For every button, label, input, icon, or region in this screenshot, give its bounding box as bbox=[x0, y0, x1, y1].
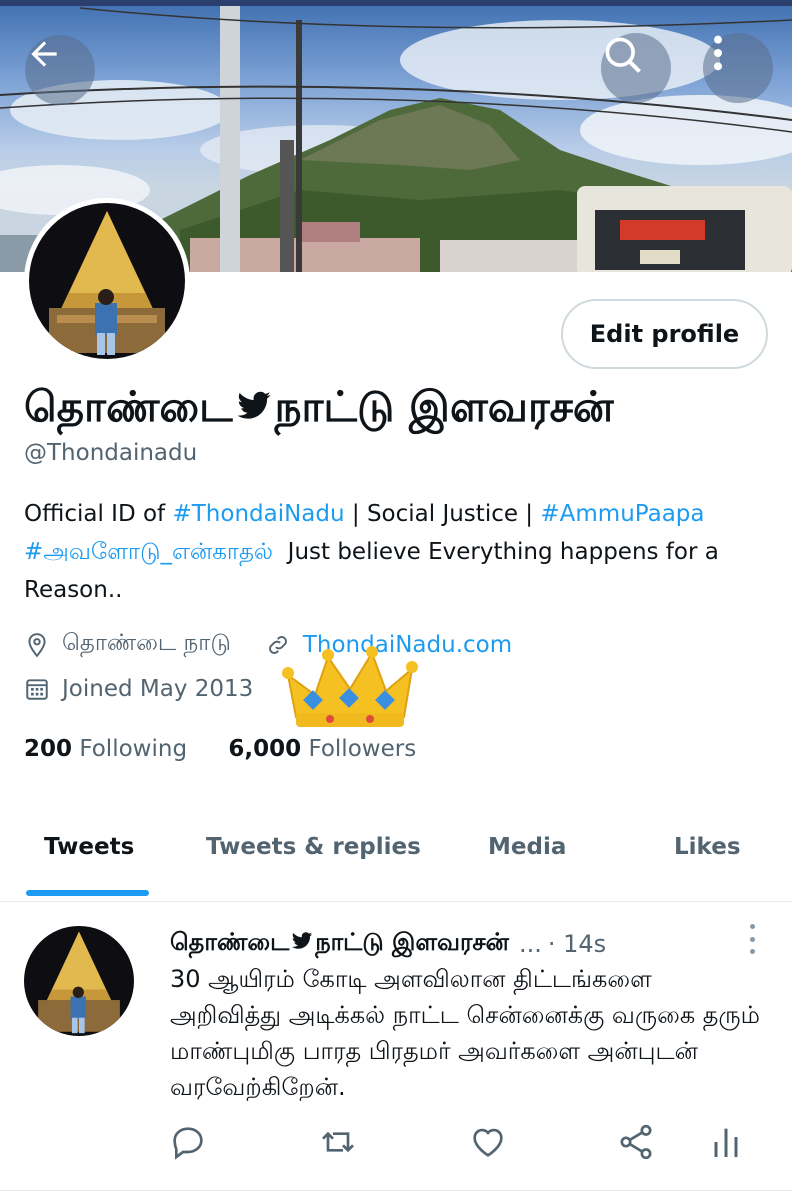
tweet-header: தொண்டை நாட்டு இளவரசன் ... · 14s bbox=[170, 928, 606, 959]
tweet-bottom-divider bbox=[0, 1190, 792, 1191]
location-pin-icon bbox=[28, 632, 46, 657]
arrow-left-icon bbox=[31, 41, 57, 67]
analytics-icon[interactable] bbox=[706, 1122, 746, 1162]
tweet-author-part2: நாட்டு இளவரசன் bbox=[315, 928, 509, 956]
profile-meta-row-2: Joined May 2013 bbox=[24, 676, 253, 702]
tweet-author-name[interactable]: தொண்டை நாட்டு இளவரசன் bbox=[170, 928, 509, 959]
followers-count: 6,000 bbox=[228, 736, 302, 762]
tabs-divider bbox=[0, 901, 792, 902]
edit-profile-button[interactable]: Edit profile bbox=[561, 299, 768, 369]
profile-location: தொண்டை நாடு bbox=[62, 630, 231, 656]
following-link[interactable]: 200 Following bbox=[24, 736, 187, 762]
retweet-icon[interactable] bbox=[318, 1122, 358, 1162]
tweet-avatar-image bbox=[24, 926, 134, 1036]
followers-link[interactable]: 6,000 Followers bbox=[228, 736, 416, 762]
followers-label: Followers bbox=[308, 736, 417, 762]
tweet-name-ellipsis: ... bbox=[518, 929, 542, 958]
avatar-image bbox=[29, 203, 185, 359]
status-strip bbox=[0, 0, 792, 6]
calendar-icon bbox=[26, 679, 48, 700]
tweet-avatar[interactable] bbox=[24, 926, 134, 1036]
hashtag-ammupaapa[interactable]: #AmmuPaapa bbox=[540, 501, 704, 527]
crown-icon bbox=[282, 646, 418, 727]
share-icon[interactable] bbox=[616, 1122, 656, 1162]
bird-icon bbox=[237, 391, 271, 419]
tweet-time[interactable]: · 14s bbox=[548, 930, 606, 958]
profile-meta-row-1: தொண்டை நாடு ThondaiNadu.com bbox=[24, 630, 512, 659]
bio-text-2: | Social Justice | bbox=[344, 501, 541, 527]
tweet-author-part1: தொண்டை bbox=[170, 928, 290, 956]
tweet-text: 30 ஆயிரம் கோடி அளவிலான திட்டங்களை அறிவித… bbox=[170, 965, 760, 1101]
bio-text-1: Official ID of bbox=[24, 501, 173, 527]
follow-stats: 200 Following 6,000 Followers bbox=[24, 736, 416, 762]
profile-name: தொண்டை நாட்டு இளவரசன் bbox=[24, 382, 614, 437]
tab-likes[interactable]: Likes bbox=[674, 834, 741, 860]
following-label: Following bbox=[79, 736, 188, 762]
tab-tweets-replies[interactable]: Tweets & replies bbox=[206, 834, 421, 860]
like-icon[interactable] bbox=[468, 1122, 508, 1162]
profile-tabs: Tweets Tweets & replies Media Likes bbox=[0, 820, 792, 900]
hashtag-tamil[interactable]: #அவளோடு_என்காதல் bbox=[24, 539, 273, 565]
bird-icon bbox=[292, 932, 313, 949]
tweet-more-button[interactable] bbox=[744, 924, 760, 954]
search-icon bbox=[605, 37, 641, 73]
profile-joined-date: Joined May 2013 bbox=[62, 676, 254, 702]
back-button[interactable] bbox=[25, 35, 95, 105]
reply-icon[interactable] bbox=[168, 1122, 208, 1162]
more-options-button[interactable] bbox=[703, 33, 773, 103]
tab-tweets[interactable]: Tweets bbox=[44, 834, 134, 860]
profile-name-part1: தொண்டை bbox=[24, 382, 233, 431]
more-vertical-icon bbox=[714, 35, 722, 71]
profile-name-part2: நாட்டு இளவரசன் bbox=[274, 382, 614, 431]
search-button[interactable] bbox=[601, 33, 671, 103]
following-count: 200 bbox=[24, 736, 73, 762]
profile-avatar[interactable] bbox=[24, 198, 190, 364]
active-tab-indicator bbox=[26, 890, 149, 896]
profile-bio: Official ID of #ThondaiNadu | Social Jus… bbox=[24, 495, 764, 609]
hashtag-thondainadu[interactable]: #ThondaiNadu bbox=[172, 501, 344, 527]
tweet-actions bbox=[0, 1122, 792, 1172]
tab-media[interactable]: Media bbox=[488, 834, 566, 860]
profile-handle: @Thondainadu bbox=[24, 440, 198, 466]
